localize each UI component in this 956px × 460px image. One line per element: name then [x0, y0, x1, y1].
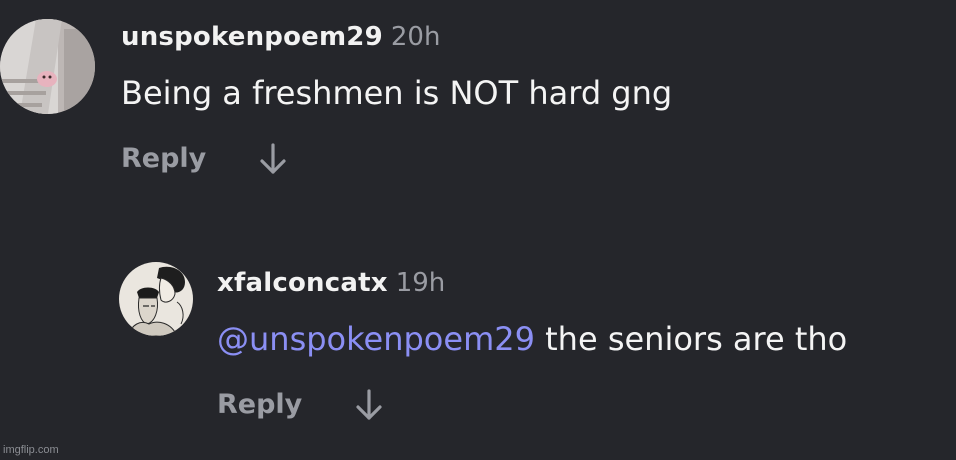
arrow-down-icon[interactable]	[354, 388, 384, 422]
comment-text: Being a freshmen is NOT hard gng	[121, 74, 672, 112]
arrow-down-icon[interactable]	[258, 142, 288, 176]
comment-body: the seniors are tho	[534, 320, 848, 358]
comment-text: @unspokenpoem29 the seniors are tho	[217, 320, 847, 358]
comment-body: Being a freshmen is NOT hard gng	[121, 74, 673, 112]
reply-button[interactable]: Reply	[121, 143, 206, 175]
comment-header: unspokenpoem29 20h	[121, 22, 440, 52]
avatar[interactable]	[0, 19, 95, 114]
mention-link[interactable]: @unspokenpoem29	[217, 320, 535, 358]
username[interactable]: xfalconcatx	[217, 268, 388, 298]
comment-item: unspokenpoem29 20h Being a freshmen is NO…	[0, 0, 956, 200]
comment-actions: Reply	[217, 388, 384, 422]
timestamp: 20h	[390, 22, 441, 52]
avatar-photo-icon	[0, 19, 95, 114]
comment-actions: Reply	[121, 142, 288, 176]
avatar[interactable]	[119, 262, 193, 336]
username[interactable]: unspokenpoem29	[121, 22, 383, 52]
comment-reply-item: xfalconcatx 19h @unspokenpoem29 the senio…	[0, 240, 956, 440]
timestamp: 19h	[395, 268, 446, 298]
watermark: imgflip.com	[3, 444, 59, 456]
reply-button[interactable]: Reply	[217, 389, 302, 421]
avatar-manga-icon	[119, 262, 193, 336]
comment-header: xfalconcatx 19h	[217, 268, 445, 298]
